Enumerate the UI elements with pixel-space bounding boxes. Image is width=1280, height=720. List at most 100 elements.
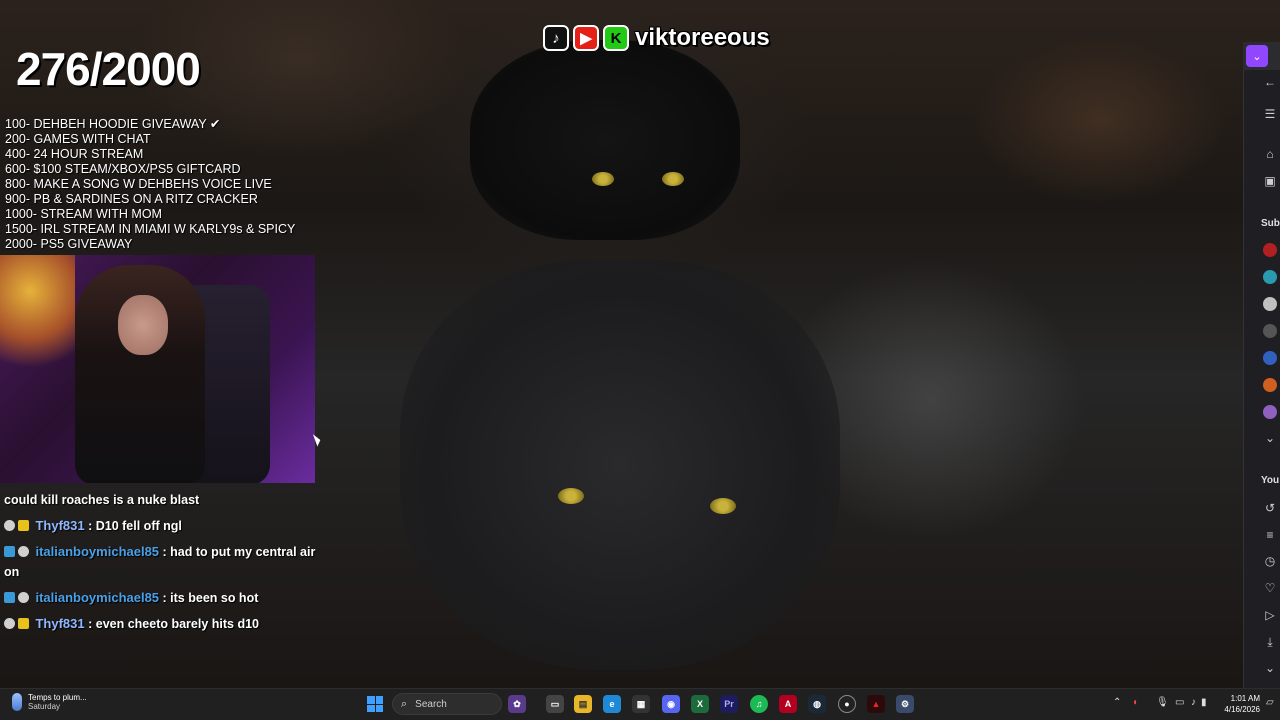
- your-videos-icon[interactable]: ▷: [1262, 607, 1278, 623]
- badge-icon: [4, 520, 15, 531]
- goal-item: 100- DEHBEH HOODIE GIVEAWAY ✔: [5, 117, 221, 131]
- reflection-eye: [558, 488, 584, 504]
- windows-logo-icon: [375, 696, 383, 704]
- tab-dropdown-icon[interactable]: ⌄: [1246, 45, 1268, 67]
- goal-item: 600- $100 STEAM/XBOX/PS5 GIFTCARD: [5, 162, 241, 176]
- liked-icon[interactable]: ♡: [1262, 580, 1278, 596]
- kick-icon: K: [603, 25, 629, 51]
- goal-item: 1000- STREAM WITH MOM: [5, 207, 162, 221]
- task-view-icon[interactable]: ▭: [546, 695, 564, 713]
- chat-username: Thyf831: [35, 616, 85, 631]
- crown-badge-icon: [18, 520, 29, 531]
- clock-time: 1:01 AM: [1230, 694, 1260, 703]
- chat-text: : D10 fell off ngl: [88, 519, 182, 533]
- settings-gear-icon[interactable]: ⚙: [896, 695, 914, 713]
- store-icon[interactable]: ▦: [632, 695, 650, 713]
- chat-text: could kill roaches is a nuke blast: [4, 493, 200, 507]
- cat-eye: [662, 172, 684, 186]
- windows-logo-icon: [375, 704, 383, 712]
- volume-icon[interactable]: ♪: [1191, 697, 1196, 708]
- chat-message: italianboymichael85 : its been so hot: [4, 588, 318, 608]
- channel-avatar[interactable]: [1263, 351, 1277, 365]
- playlist-icon[interactable]: ≡: [1262, 527, 1278, 543]
- system-clock[interactable]: 1:01 AM 4/16/2026: [1212, 693, 1260, 715]
- network-icon[interactable]: ▭: [1175, 697, 1184, 708]
- chevron-up-icon[interactable]: ⌃: [1113, 697, 1121, 708]
- social-brand-banner: ♪ ▶ K viktoreeous: [543, 22, 770, 54]
- acrobat-icon[interactable]: A: [779, 695, 797, 713]
- obs-icon[interactable]: ●: [838, 695, 856, 713]
- chat-text: : its been so hot: [162, 591, 259, 605]
- tiktok-icon: ♪: [543, 25, 569, 51]
- weather-widget[interactable]: Temps to plum... Saturday: [12, 693, 87, 711]
- badge-icon: [18, 592, 29, 603]
- channel-avatar[interactable]: [1263, 378, 1277, 392]
- goal-item: 800- MAKE A SONG W DEHBEHS VOICE LIVE: [5, 177, 272, 191]
- channel-avatar[interactable]: [1263, 270, 1277, 284]
- notification-bell-icon[interactable]: ▱: [1266, 697, 1274, 708]
- streamer-face: [118, 295, 168, 355]
- youtube-icon: ▶: [573, 25, 599, 51]
- premiere-icon[interactable]: Pr: [720, 695, 738, 713]
- capture-app-icon[interactable]: ▲: [867, 695, 885, 713]
- excel-icon[interactable]: X: [691, 695, 709, 713]
- cat-image: [470, 40, 740, 240]
- windows-logo-icon: [367, 696, 375, 704]
- chat-username: italianboymichael85: [35, 590, 160, 605]
- steam-icon[interactable]: ◍: [808, 695, 826, 713]
- clock-date: 4/16/2026: [1224, 705, 1260, 714]
- downloads-icon[interactable]: ⤓: [1262, 634, 1278, 650]
- channel-avatar[interactable]: [1263, 243, 1277, 257]
- history-icon[interactable]: ↺: [1262, 500, 1278, 516]
- prime-badge-icon: [4, 546, 15, 557]
- chevron-down-icon[interactable]: ⌄: [1262, 660, 1278, 676]
- chevron-down-icon[interactable]: ⌄: [1262, 430, 1278, 446]
- channel-avatar[interactable]: [1263, 405, 1277, 419]
- goal-item: 900- PB & SARDINES ON A RITZ CRACKER: [5, 192, 258, 206]
- chat-line-partial: could kill roaches is a nuke blast: [4, 490, 318, 510]
- shorts-icon[interactable]: ▣: [1262, 173, 1278, 189]
- you-heading: You: [1261, 475, 1280, 486]
- back-arrow-icon[interactable]: ←: [1262, 74, 1278, 90]
- crown-badge-icon: [18, 618, 29, 629]
- channel-avatar[interactable]: [1263, 324, 1277, 338]
- spotify-icon[interactable]: ♫: [750, 695, 768, 713]
- prime-badge-icon: [4, 592, 15, 603]
- tray-app-icon[interactable]: ◐: [1133, 697, 1139, 708]
- goal-list: 100- DEHBEH HOODIE GIVEAWAY ✔ 200- GAMES…: [5, 117, 325, 252]
- microphone-icon[interactable]: 🎙: [1156, 697, 1169, 708]
- subscriptions-heading: Sub: [1261, 218, 1280, 229]
- cat-reflection-image: [400, 260, 840, 670]
- streamer-name: viktoreeous: [635, 24, 770, 51]
- edge-browser-icon[interactable]: e: [603, 695, 621, 713]
- goal-counter: 276/2000: [16, 43, 201, 95]
- goal-item: 200- GAMES WITH CHAT: [5, 132, 151, 146]
- goal-item: 400- 24 HOUR STREAM: [5, 147, 144, 161]
- search-icon: ⌕: [401, 697, 408, 710]
- chat-message: italianboymichael85 : had to put my cent…: [4, 542, 318, 582]
- goal-item: 1500- IRL STREAM IN MIAMI W KARLY9s & SP…: [5, 222, 296, 236]
- watch-later-icon[interactable]: ◷: [1262, 553, 1278, 569]
- weather-day: Saturday: [28, 702, 61, 711]
- chat-message: Thyf831 : D10 fell off ngl: [4, 516, 318, 536]
- chat-username: italianboymichael85: [35, 544, 160, 559]
- taskbar-search[interactable]: ⌕ Search: [392, 693, 502, 715]
- chat-overlay: could kill roaches is a nuke blast Thyf8…: [4, 490, 318, 640]
- badge-icon: [18, 546, 29, 557]
- start-button[interactable]: [367, 696, 383, 712]
- home-icon[interactable]: ⌂: [1262, 146, 1278, 162]
- battery-icon[interactable]: ▮: [1201, 697, 1207, 708]
- plush-toys: [0, 255, 75, 375]
- webcam-feed: [0, 255, 315, 483]
- file-explorer-icon[interactable]: ▤: [574, 695, 592, 713]
- cat-eye: [592, 172, 614, 186]
- widgets-icon[interactable]: ✿: [508, 695, 526, 713]
- channel-avatar[interactable]: [1263, 297, 1277, 311]
- chat-username: Thyf831: [35, 518, 85, 533]
- windows-logo-icon: [367, 704, 375, 712]
- chat-message: Thyf831 : even cheeto barely hits d10: [4, 614, 318, 634]
- goal-item: 2000- PS5 GIVEAWAY: [5, 237, 133, 251]
- menu-icon[interactable]: ☰: [1262, 106, 1278, 122]
- badge-icon: [4, 618, 15, 629]
- discord-icon[interactable]: ◉: [662, 695, 680, 713]
